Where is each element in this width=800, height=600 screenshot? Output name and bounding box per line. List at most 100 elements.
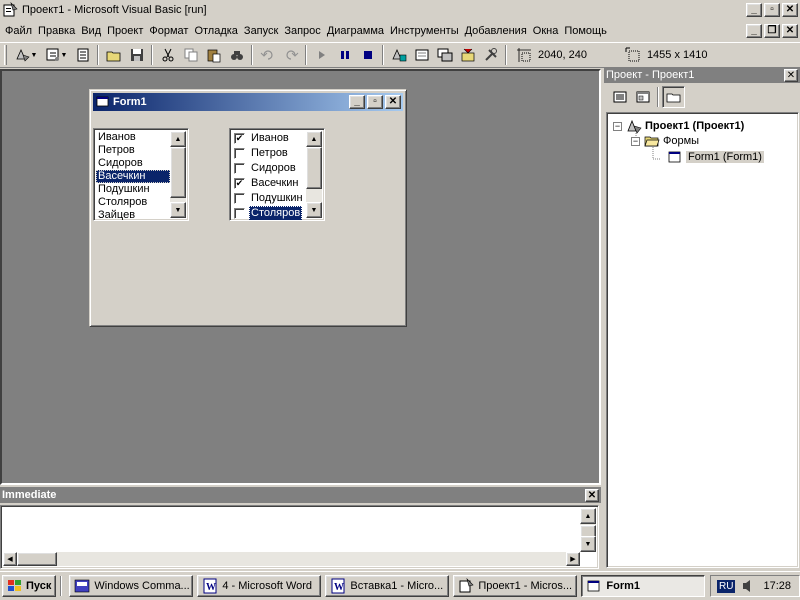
form1-title-bar[interactable]: Form1 _ ▫ ✕ [93,93,403,111]
view-object-icon[interactable] [631,86,654,108]
checklist-item[interactable]: ✔ Васечкин [232,176,306,191]
menu-debug[interactable]: Отладка [191,25,240,37]
object-browser-icon[interactable] [456,44,479,66]
immediate-hscroll[interactable]: ◀ ▶ [3,552,580,566]
list-item[interactable]: Сидоров [96,157,170,170]
menu-help[interactable]: Помощь [561,25,610,37]
toolbox-icon[interactable] [479,44,502,66]
form1-maximize-button[interactable]: ▫ [367,95,383,109]
menu-tools[interactable]: Инструменты [387,25,462,37]
scroll-down-button[interactable]: ▼ [306,202,322,218]
language-indicator[interactable]: RU [717,579,736,593]
checklist-item-selected[interactable]: ✔ Столяров [232,206,306,220]
checklist-item[interactable]: Петров [232,146,306,161]
checklist-item[interactable]: ✔ Иванов [232,131,306,146]
find-icon[interactable] [225,44,248,66]
menu-file[interactable]: Файл [2,25,35,37]
menu-window[interactable]: Окна [530,25,562,37]
clock[interactable]: 17:28 [763,580,791,592]
scroll-thumb[interactable] [170,147,186,198]
checkbox-listbox[interactable]: ✔ Иванов Петров Сидоров ✔ Васечкин Подушки… [229,128,325,221]
start-button[interactable]: Пуск [2,575,57,597]
checklist-item[interactable]: Подушкин [232,191,306,206]
add-project-icon[interactable]: ▼ [11,44,41,66]
taskbar-button-commander[interactable]: Windows Comma... [69,575,194,597]
scroll-up-button[interactable]: ▲ [170,131,186,147]
pause-icon[interactable] [333,44,356,66]
scroll-down-button[interactable]: ▼ [580,536,596,552]
checkbox-checked[interactable]: ✔ [234,133,245,144]
scroll-right-button[interactable]: ▶ [566,552,580,566]
mdi-minimize-button[interactable]: _ [746,24,762,38]
scroll-up-button[interactable]: ▲ [580,508,596,524]
list-item[interactable]: Иванов [96,131,170,144]
project-explorer-icon[interactable] [387,44,410,66]
menu-diagram[interactable]: Диаграмма [324,25,387,37]
menu-edit[interactable]: Правка [35,25,78,37]
form1-window[interactable]: Form1 _ ▫ ✕ Иванов Петров Сидоров Васечк… [89,89,407,327]
maximize-button[interactable]: ▫ [764,2,780,17]
project-close-icon[interactable]: ✕ [784,68,798,82]
taskbar-button-insert[interactable]: W Вставка1 - Micro... [325,575,450,597]
names-listbox[interactable]: Иванов Петров Сидоров Васечкин Подушкин … [93,128,189,221]
collapse-icon[interactable]: − [613,121,622,131]
list-item[interactable]: Петров [96,144,170,157]
paste-icon[interactable] [202,44,225,66]
toggle-folders-icon[interactable] [662,86,685,108]
checkbox-unchecked[interactable] [234,163,245,174]
taskbar-button-word[interactable]: W 4 - Microsoft Word [197,575,322,597]
tree-node-form1[interactable]: Form1 (Form1) [667,150,764,164]
form-layout-icon[interactable] [433,44,456,66]
menu-project[interactable]: Проект [104,25,146,37]
listbox-scrollbar[interactable]: ▲ ▼ [170,131,186,218]
open-project-icon[interactable] [102,44,125,66]
mdi-close-button[interactable]: ✕ [782,24,798,38]
view-code-icon[interactable] [608,86,631,108]
checkbox-unchecked[interactable] [234,193,245,204]
scroll-left-button[interactable]: ◀ [3,552,17,566]
menu-format[interactable]: Формат [146,25,191,37]
menu-run[interactable]: Запуск [241,25,281,37]
properties-window-icon[interactable] [410,44,433,66]
volume-icon[interactable] [741,578,753,594]
menu-addins[interactable]: Добавления [462,25,530,37]
toolbar-grip[interactable] [4,45,7,65]
minimize-button[interactable]: _ [746,2,762,17]
list-item[interactable]: Зайцев [96,209,170,220]
checklist-item[interactable]: Сидоров [232,161,306,176]
checklist-scrollbar[interactable]: ▲ ▼ [306,131,322,218]
checkbox-checked[interactable]: ✔ [234,208,245,219]
run-icon[interactable] [310,44,333,66]
project-tree[interactable]: − Проект1 (Проект1) − Формы Form1 (Form1… [606,112,799,568]
form1-minimize-button[interactable]: _ [349,95,365,109]
list-item-selected[interactable]: Васечкин [96,170,170,183]
immediate-vscroll[interactable]: ▲ ▼ [580,508,596,552]
taskbar-button-vb[interactable]: Проект1 - Micros... [453,575,578,597]
redo-icon[interactable] [279,44,302,66]
tree-node-project[interactable]: − Проект1 (Проект1) [613,118,744,134]
menu-query[interactable]: Запрос [281,25,323,37]
undo-icon[interactable] [256,44,279,66]
copy-icon[interactable] [179,44,202,66]
mdi-restore-button[interactable]: ❐ [764,24,780,38]
list-item[interactable]: Столяров [96,196,170,209]
tree-node-forms-folder[interactable]: − Формы [631,134,699,148]
list-item[interactable]: Подушкин [96,183,170,196]
form1-close-button[interactable]: ✕ [385,95,401,109]
add-form-icon[interactable]: ▼ [41,44,71,66]
scroll-thumb[interactable] [17,552,57,566]
taskbar-button-form1[interactable]: Form1 [581,575,706,597]
menu-view[interactable]: Вид [78,25,104,37]
collapse-icon[interactable]: − [631,136,640,146]
cut-icon[interactable] [156,44,179,66]
checkbox-checked[interactable]: ✔ [234,178,245,189]
immediate-close-icon[interactable]: ✕ [585,488,599,502]
stop-icon[interactable] [356,44,379,66]
checkbox-unchecked[interactable] [234,148,245,159]
scroll-thumb[interactable] [306,147,322,189]
menu-editor-icon[interactable] [71,44,94,66]
scroll-up-button[interactable]: ▲ [306,131,322,147]
immediate-input[interactable]: ▲ ▼ ◀ ▶ [0,505,599,569]
save-project-icon[interactable] [125,44,148,66]
close-button[interactable]: ✕ [782,2,798,17]
